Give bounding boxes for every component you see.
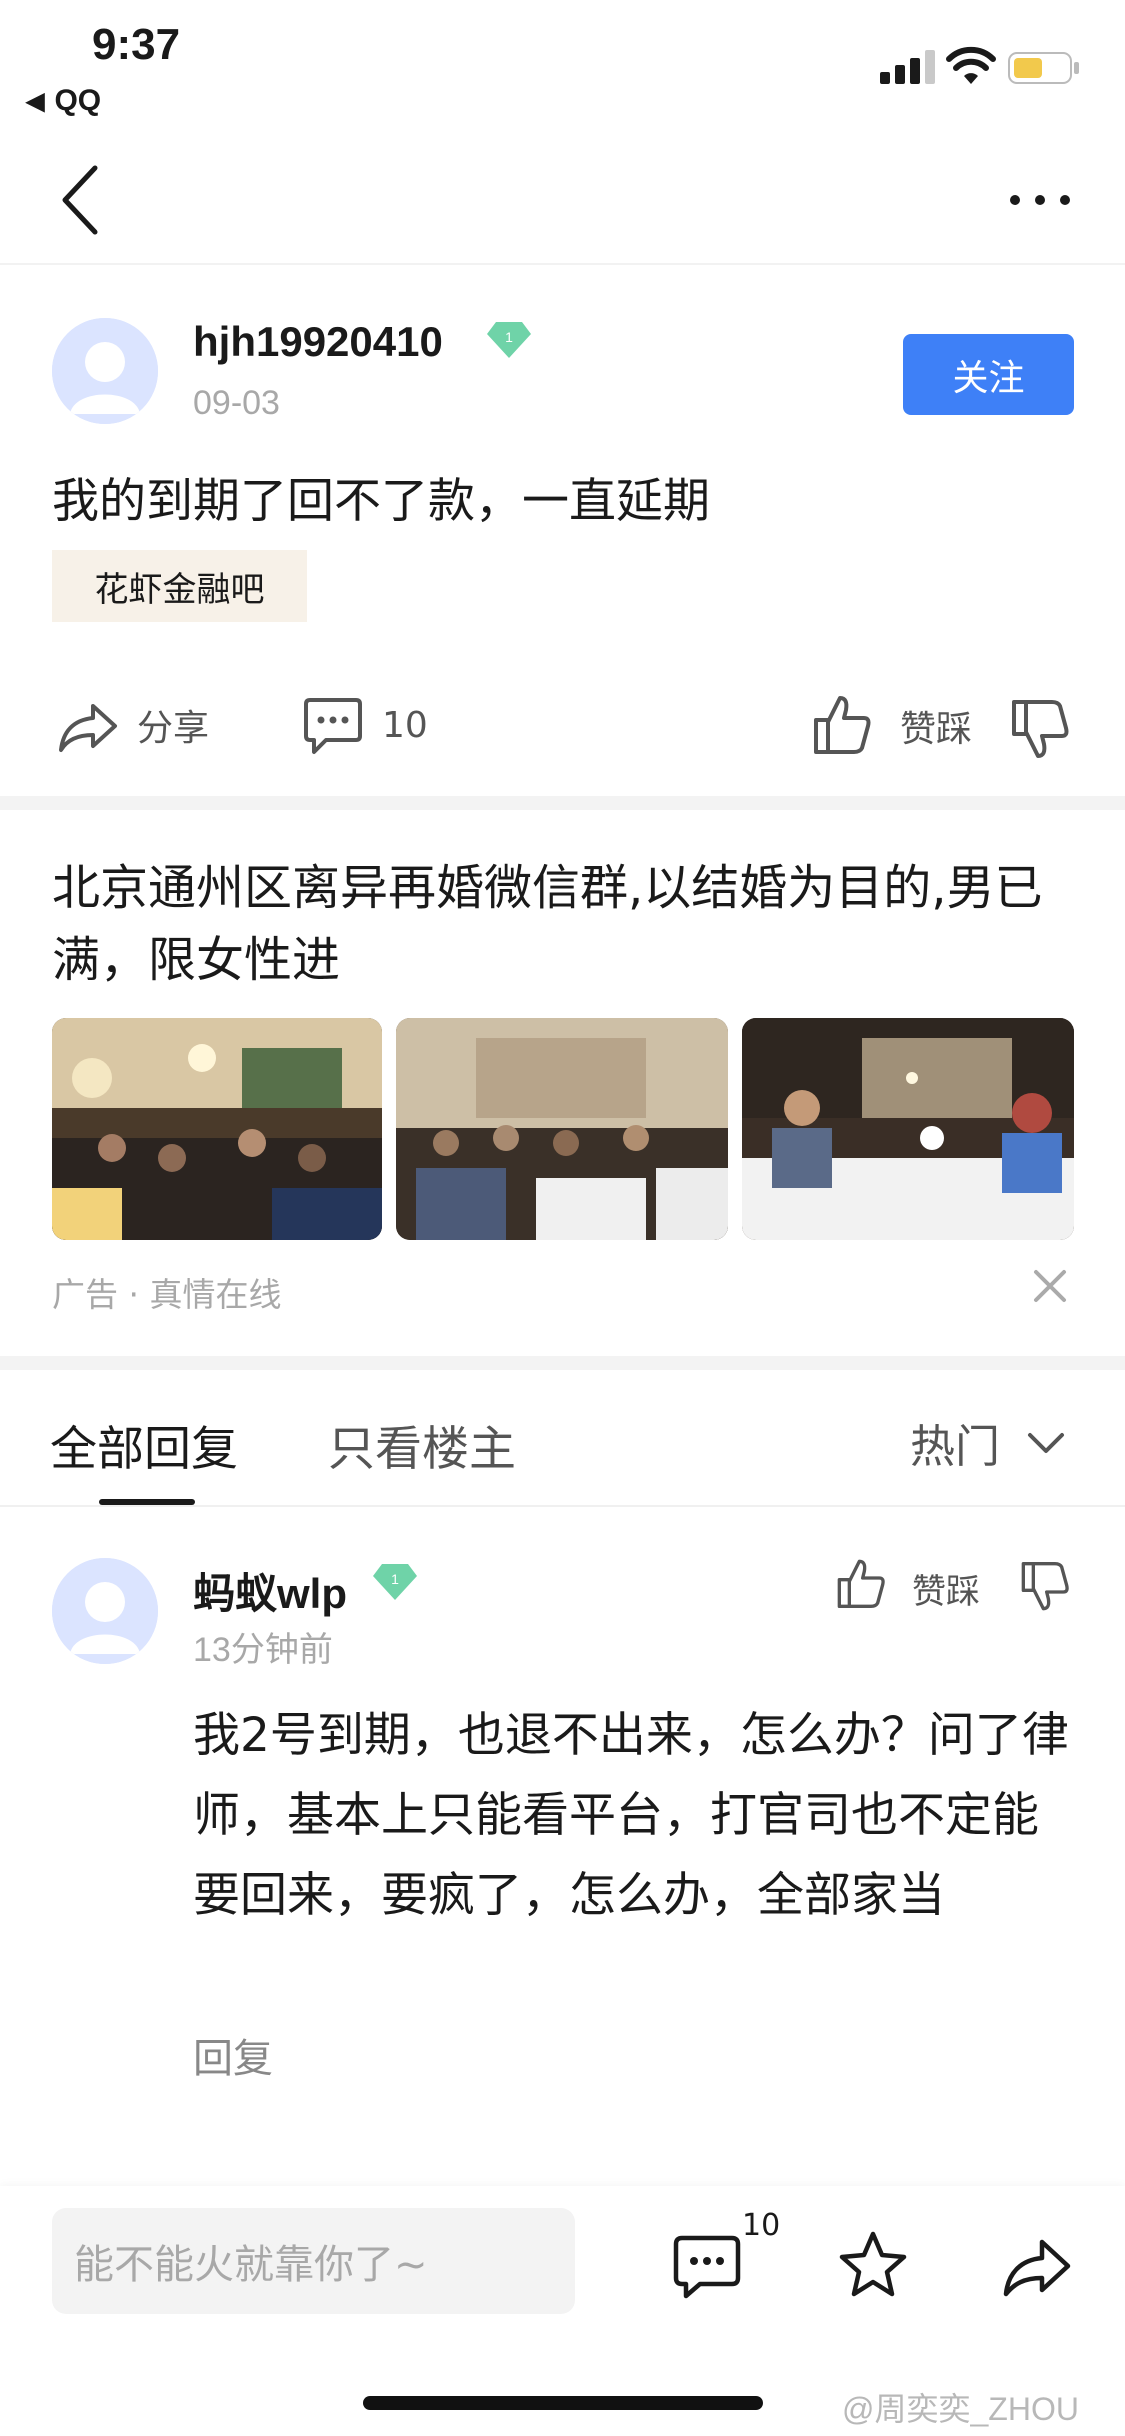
thumbs-down-icon[interactable] xyxy=(1010,698,1070,762)
forum-tag[interactable]: 花虾金融吧 xyxy=(52,550,307,622)
vote-label: 赞踩 xyxy=(900,709,973,750)
level-badge-icon: 1 xyxy=(487,322,531,358)
thumbs-down-icon[interactable] xyxy=(1020,1560,1070,1614)
share-button[interactable]: 分享 xyxy=(55,692,209,758)
ad-image-3[interactable] xyxy=(742,1018,1074,1240)
default-avatar-icon xyxy=(52,318,158,424)
ad-label: 广告 · 真情在线 xyxy=(52,1275,282,1314)
chevron-down-icon xyxy=(1028,1432,1065,1453)
thumbs-up-icon[interactable] xyxy=(836,1556,886,1610)
wifi-icon xyxy=(946,46,996,84)
post-date: 09-03 xyxy=(193,384,280,422)
reply-button[interactable]: 回复 xyxy=(193,2026,273,2084)
back-app-label: QQ xyxy=(54,84,102,117)
default-avatar-icon xyxy=(52,1558,158,1664)
signal-icon xyxy=(880,50,935,84)
comment-icon xyxy=(304,698,362,754)
back-chevron-icon[interactable] xyxy=(50,160,110,240)
level-badge-icon: 1 xyxy=(373,1564,417,1600)
sort-dropdown[interactable]: 热门 xyxy=(910,1410,1066,1475)
level-number: 1 xyxy=(505,329,513,345)
star-icon[interactable] xyxy=(836,2228,910,2302)
back-to-app-link[interactable]: ◀ QQ xyxy=(26,84,101,118)
close-icon[interactable] xyxy=(1030,1266,1070,1306)
tab-op-only[interactable]: 只看楼主 xyxy=(328,1410,516,1479)
share-icon xyxy=(59,704,117,752)
more-options-icon[interactable] xyxy=(1000,170,1080,230)
reply-username[interactable]: 蚂蚁wlp xyxy=(193,1560,347,1621)
battery-icon xyxy=(1008,52,1079,84)
author-avatar[interactable] xyxy=(52,318,158,424)
post-title: 我的到期了回不了款，一直延期 xyxy=(52,474,710,529)
back-triangle-icon: ◀ xyxy=(26,87,45,115)
reply-vote-label: 赞踩 xyxy=(912,1572,980,1612)
author-username[interactable]: hjh19920410 xyxy=(193,318,443,366)
tabs-border xyxy=(0,1505,1125,1507)
comment-input[interactable]: 能不能火就靠你了~ xyxy=(52,2208,575,2314)
section-divider xyxy=(0,1356,1125,1370)
share-icon[interactable] xyxy=(1000,2228,1074,2302)
comment-count: 10 xyxy=(382,704,428,746)
ad-image-1[interactable] xyxy=(52,1018,382,1240)
reply-author-avatar[interactable] xyxy=(52,1558,158,1664)
ad-image-2[interactable] xyxy=(396,1018,728,1240)
comment-count-badge: 10 xyxy=(742,2208,781,2243)
follow-button[interactable]: 关注 xyxy=(903,334,1074,415)
thumbs-up-icon[interactable] xyxy=(812,692,872,756)
home-indicator[interactable] xyxy=(363,2396,763,2410)
tab-all-replies[interactable]: 全部回复 xyxy=(50,1410,238,1479)
bottom-bar: 能不能火就靠你了~ 10 @周奕奕_ZHOU xyxy=(0,2186,1125,2436)
status-bar: 9:37 ◀ QQ xyxy=(0,0,1125,130)
ad-title[interactable]: 北京通州区离异再婚微信群,以结婚为目的,男已满，限女性进 xyxy=(52,852,1082,996)
comment-icon[interactable] xyxy=(670,2228,744,2302)
reply-content: 我2号到期，也退不出来，怎么办？问了律师，基本上只能看平台，打官司也不定能要回来… xyxy=(193,1708,1069,1923)
top-nav xyxy=(0,130,1125,265)
share-label: 分享 xyxy=(137,708,210,749)
watermark: @周奕奕_ZHOU xyxy=(842,2391,1079,2427)
sort-label: 热门 xyxy=(910,1420,1001,1473)
reply-time: 13分钟前 xyxy=(193,1631,333,1669)
comment-button[interactable]: 10 xyxy=(300,692,428,758)
section-divider xyxy=(0,796,1125,810)
level-number: 1 xyxy=(391,1571,399,1587)
status-time: 9:37 xyxy=(92,20,181,69)
